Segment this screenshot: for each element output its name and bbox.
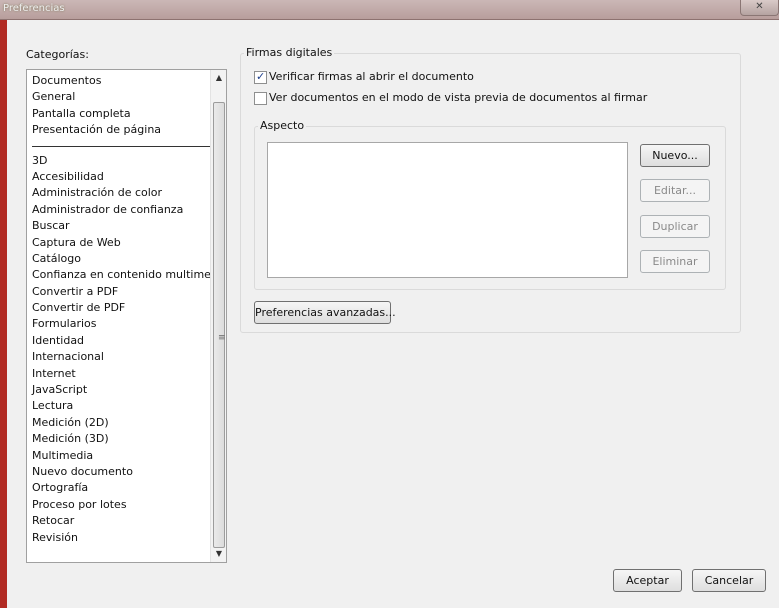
list-item[interactable]: Medición (3D) — [32, 431, 212, 447]
scroll-down-arrow-icon[interactable]: ▼ — [211, 546, 226, 562]
list-item[interactable]: Medición (2D) — [32, 415, 212, 431]
list-item[interactable]: Internet — [32, 366, 212, 382]
scroll-thumb[interactable]: ≡ — [213, 102, 226, 548]
list-item[interactable]: Proceso por lotes — [32, 497, 212, 513]
appearance-preview-list[interactable] — [267, 142, 628, 278]
list-item[interactable]: Confianza en contenido multimedia — [32, 267, 226, 283]
nuevo-button[interactable]: Nuevo... — [640, 144, 710, 167]
list-item[interactable]: Formularios — [32, 316, 212, 332]
firmas-digitales-title: Firmas digitales — [244, 46, 335, 59]
list-item[interactable]: Internacional — [32, 349, 212, 365]
categories-label: Categorías: — [26, 48, 89, 61]
checkmark-icon: ✓ — [256, 70, 266, 83]
verify-signatures-checkbox[interactable]: ✓ — [254, 70, 267, 84]
list-item[interactable]: Identidad — [32, 333, 212, 349]
list-item[interactable]: Accesibilidad — [32, 169, 212, 185]
list-item[interactable]: Administración de color — [32, 185, 212, 201]
list-item[interactable]: Presentación de página — [32, 122, 212, 138]
list-item[interactable]: Buscar — [32, 218, 212, 234]
list-item[interactable]: JavaScript — [32, 382, 212, 398]
title-bar: Preferencias ✕ — [0, 0, 779, 20]
list-item[interactable]: Nuevo documento — [32, 464, 212, 480]
list-item[interactable]: 3D — [32, 153, 212, 169]
window-title: Preferencias — [3, 3, 65, 14]
list-item[interactable]: Pantalla completa — [32, 106, 212, 122]
list-item[interactable]: Administrador de confianza — [32, 202, 212, 218]
aceptar-button[interactable]: Aceptar — [613, 569, 682, 592]
eliminar-button[interactable]: Eliminar — [640, 250, 710, 273]
aspecto-title: Aspecto — [258, 119, 307, 132]
preview-mode-checkbox[interactable] — [254, 92, 267, 105]
advanced-preferences-button[interactable]: Preferencias avanzadas... — [254, 301, 396, 324]
list-item[interactable]: Convertir de PDF — [32, 300, 212, 316]
list-item[interactable]: Documentos — [32, 73, 212, 89]
list-item[interactable]: Lectura — [32, 398, 212, 414]
preview-mode-label[interactable]: Ver documentos en el modo de vista previ… — [269, 91, 647, 104]
list-item[interactable]: Revisión — [32, 530, 212, 546]
list-item[interactable]: General — [32, 89, 212, 105]
editar-button[interactable]: Editar... — [640, 179, 710, 202]
list-item[interactable]: Multimedia — [32, 448, 212, 464]
list-item[interactable]: Convertir a PDF — [32, 284, 212, 300]
duplicar-button[interactable]: Duplicar — [640, 215, 710, 238]
close-icon: ✕ — [755, 1, 764, 12]
window-border-accent — [0, 20, 7, 608]
list-item[interactable]: Catálogo — [32, 251, 212, 267]
cancelar-button[interactable]: Cancelar — [692, 569, 766, 592]
categories-items: Documentos General Pantalla completa Pre… — [32, 73, 226, 546]
categories-list[interactable]: Documentos General Pantalla completa Pre… — [26, 69, 227, 563]
scroll-grip-icon: ≡ — [218, 333, 226, 343]
scroll-up-arrow-icon[interactable]: ▲ — [211, 70, 226, 86]
list-item[interactable]: Ortografía — [32, 480, 212, 496]
verify-signatures-label[interactable]: Verificar firmas al abrir el documento — [269, 70, 474, 83]
list-item[interactable]: Retocar — [32, 513, 212, 529]
categories-scrollbar[interactable]: ▲ ≡ ▼ — [210, 70, 226, 562]
list-item[interactable]: Captura de Web — [32, 235, 212, 251]
list-separator — [32, 139, 212, 153]
close-button[interactable]: ✕ — [740, 0, 779, 16]
